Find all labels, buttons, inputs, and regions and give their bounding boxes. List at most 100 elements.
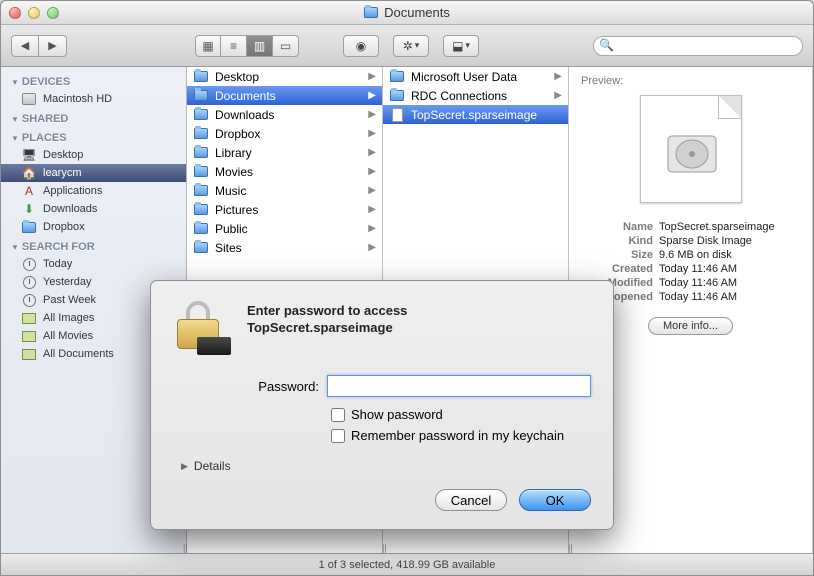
action-menu-button[interactable]: ✲▾ (393, 35, 429, 57)
list-item[interactable]: Downloads ▶ (187, 105, 382, 124)
chevron-right-icon: ▶ (368, 109, 376, 120)
list-item[interactable]: Microsoft User Data▶ (383, 67, 568, 86)
list-item[interactable]: Pictures▶ (187, 200, 382, 219)
list-item-label: Library (215, 146, 252, 160)
list-item[interactable]: Music▶ (187, 181, 382, 200)
preview-thumbnail (640, 95, 742, 203)
folder-icon (194, 185, 208, 196)
close-window-button[interactable] (9, 7, 21, 19)
sidebar-item-label: All Images (43, 312, 94, 324)
cancel-button[interactable]: Cancel (435, 489, 507, 511)
ok-button[interactable]: OK (519, 489, 591, 511)
meta-value: Sparse Disk Image (659, 235, 800, 247)
list-item[interactable]: Sites ▶ (187, 238, 382, 257)
apps-icon: A (21, 183, 37, 199)
chevron-down-icon: ▾ (465, 40, 470, 51)
folder-icon (194, 147, 208, 158)
remember-keychain-label: Remember password in my keychain (351, 428, 564, 443)
folder-icon (194, 128, 208, 139)
list-item-label: Desktop (215, 70, 259, 84)
search-input[interactable] (593, 36, 803, 56)
folder-icon (194, 242, 208, 253)
disclosure-triangle-icon: ▼ (11, 115, 19, 124)
remember-keychain-checkbox[interactable] (331, 429, 345, 443)
zoom-window-button[interactable] (47, 7, 59, 19)
chevron-right-icon: ▶ (368, 223, 376, 234)
disclosure-triangle-icon: ▼ (11, 243, 19, 252)
sidebar-item-label: Today (43, 258, 72, 270)
list-item-label: Sites (215, 241, 242, 255)
splitter-handle[interactable]: || (382, 543, 387, 553)
column-view-button[interactable]: ▥ (247, 35, 273, 57)
list-item-label: Dropbox (215, 127, 260, 141)
sidebar-item-macintosh-hd[interactable]: Macintosh HD (1, 90, 186, 108)
splitter-handle[interactable]: || (183, 543, 188, 553)
view-mode-buttons: ▦ ≡ ▥ ▭ (195, 35, 299, 57)
hd-icon (21, 91, 37, 107)
list-view-button[interactable]: ≡ (221, 35, 247, 57)
sidebar-item-today[interactable]: Today (1, 255, 186, 273)
list-item-label: Movies (215, 165, 253, 179)
meta-key: Name (581, 221, 653, 233)
sidebar-section-header[interactable]: ▼ PLACES (1, 127, 186, 146)
list-item[interactable]: Library▶ (187, 143, 382, 162)
sidebar-section-header[interactable]: ▼ DEVICES (1, 71, 186, 90)
clock-icon (21, 274, 37, 290)
forward-button[interactable]: ▶ (39, 35, 67, 57)
folder-icon (194, 109, 208, 120)
back-button[interactable]: ◀ (11, 35, 39, 57)
sidebar-item-label: Downloads (43, 203, 97, 215)
more-info-button[interactable]: More info... (648, 317, 733, 335)
list-item[interactable]: RDC Connections▶ (383, 86, 568, 105)
preview-header: Preview: (581, 75, 800, 87)
sidebar-item-dropbox[interactable]: Dropbox (1, 218, 186, 236)
sidebar-item-downloads[interactable]: ⬇Downloads (1, 200, 186, 218)
sidebar-item-label: Past Week (43, 294, 96, 306)
list-item-label: Public (215, 222, 248, 236)
chevron-right-icon: ▶ (368, 242, 376, 253)
chevron-right-icon: ▶ (368, 166, 376, 177)
show-password-checkbox[interactable] (331, 408, 345, 422)
sidebar-section-header[interactable]: ▼ SEARCH FOR (1, 236, 186, 255)
sidebar-item-label: Desktop (43, 149, 83, 161)
splitter-handle[interactable]: || (568, 543, 573, 553)
list-item[interactable]: TopSecret.sparseimage (383, 105, 568, 124)
folder-icon (390, 71, 404, 82)
list-item-label: Music (215, 184, 246, 198)
show-password-label: Show password (351, 407, 443, 422)
details-disclosure[interactable]: ▶ Details (181, 459, 591, 473)
sidebar-section-header[interactable]: ▼ SHARED (1, 108, 186, 127)
dialog-message-line1: Enter password to access (247, 303, 407, 320)
list-item[interactable]: Public ▶ (187, 219, 382, 238)
sidebar-item-label: All Movies (43, 330, 93, 342)
meta-value: TopSecret.sparseimage (659, 221, 800, 233)
folder-icon (390, 90, 404, 101)
coverflow-view-button[interactable]: ▭ (273, 35, 299, 57)
minimize-window-button[interactable] (28, 7, 40, 19)
list-item-label: RDC Connections (411, 89, 507, 103)
list-item[interactable]: Movies ▶ (187, 162, 382, 181)
list-item-label: Downloads (215, 108, 274, 122)
quicklook-button[interactable]: ◉ (343, 35, 379, 57)
disk-image-icon (664, 130, 720, 178)
chevron-right-icon: ▶ (368, 71, 376, 82)
dropbox-button[interactable]: ⬓▾ (443, 35, 479, 57)
password-input[interactable] (327, 375, 591, 397)
list-item[interactable]: Dropbox▶ (187, 124, 382, 143)
chevron-down-icon: ▾ (415, 40, 420, 51)
sidebar-item-learycm[interactable]: 🏠learycm (1, 164, 186, 182)
icon-view-button[interactable]: ▦ (195, 35, 221, 57)
file-icon (392, 108, 403, 122)
meta-key: Size (581, 249, 653, 261)
sidebar-item-label: Dropbox (43, 221, 85, 233)
list-item-label: TopSecret.sparseimage (411, 108, 537, 122)
sidebar-item-applications[interactable]: A Applications (1, 182, 186, 200)
list-item[interactable]: Documents▶ (187, 86, 382, 105)
folder-icon (21, 219, 37, 235)
sidebar-item-label: learycm (43, 167, 82, 179)
sidebar-item-desktop[interactable]: 🖥Desktop (1, 146, 186, 164)
sidebar-item-label: Applications (43, 185, 102, 197)
list-item[interactable]: Desktop ▶ (187, 67, 382, 86)
meta-value: Today 11:46 AM (659, 291, 800, 303)
dropbox-icon: ⬓ (452, 39, 463, 53)
